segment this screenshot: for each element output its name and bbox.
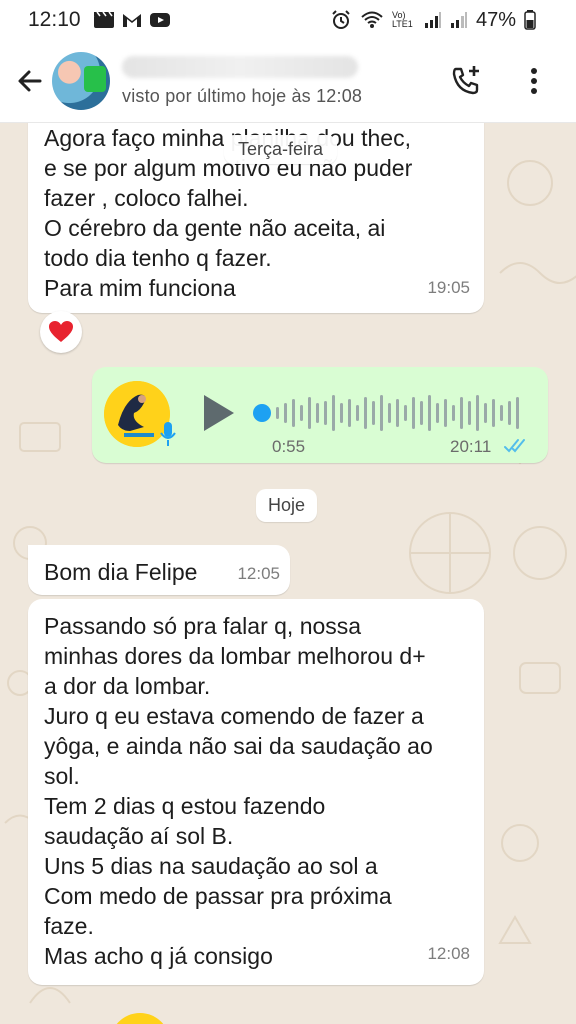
add-call-button[interactable] <box>446 61 486 101</box>
floating-date-label: Terça-feira <box>224 135 338 164</box>
status-time: 12:10 <box>28 8 81 31</box>
lte-label: Vo) LTE1 <box>391 10 413 29</box>
status-right: Vo) LTE1 47% <box>330 9 536 32</box>
youtube-icon <box>149 11 171 29</box>
outgoing-voice-message[interactable]: 0:55 20:11 <box>92 367 548 463</box>
signal-icon-1 <box>424 11 442 29</box>
battery-percent: 47% <box>475 8 516 31</box>
last-seen-status: visto por último hoje às 12:08 <box>122 85 363 106</box>
read-receipt-icon <box>504 437 530 460</box>
phone-plus-icon <box>452 66 479 95</box>
more-vertical-icon <box>531 68 537 94</box>
message-time: 12:05 <box>237 564 280 583</box>
play-button[interactable] <box>202 393 236 438</box>
play-icon <box>204 395 234 431</box>
heart-icon <box>49 321 73 342</box>
header-actions <box>446 61 554 101</box>
alarm-icon <box>330 9 352 31</box>
more-options-button[interactable] <box>514 61 554 101</box>
playback-scrubber <box>253 404 271 422</box>
contact-avatar[interactable] <box>52 52 110 110</box>
clapper-icon <box>93 11 115 29</box>
microphone-icon <box>160 421 176 452</box>
wifi-icon <box>360 10 384 30</box>
message-time: 12:08 <box>427 944 470 963</box>
contact-info[interactable]: visto por último hoje às 12:08 <box>122 55 363 107</box>
gmail-icon <box>121 11 143 29</box>
signal-icon-2 <box>450 11 468 29</box>
incoming-message[interactable]: Passando só pra falar q, nossa minhas do… <box>28 599 484 985</box>
battery-icon <box>524 10 536 30</box>
voice-duration: 0:55 <box>272 437 306 456</box>
incoming-message[interactable]: Bom dia Felipe 12:05 <box>28 545 290 595</box>
reaction-badge[interactable]: ❤️ <box>40 311 82 353</box>
message-time: 19:05 <box>427 278 470 297</box>
message-text: Passando só pra falar q, nossa minhas do… <box>44 613 433 969</box>
arrow-left-icon <box>18 70 42 92</box>
status-bar: 12:10 Vo) LTE1 47% <box>0 0 576 40</box>
message-time: 20:11 <box>450 437 492 456</box>
voice-waveform[interactable] <box>252 391 532 435</box>
contact-name-redacted <box>122 55 358 78</box>
date-separator: Hoje <box>256 489 318 522</box>
back-button[interactable] <box>8 59 52 103</box>
notification-icons <box>93 11 171 29</box>
chat-area[interactable]: Agora faço minha planilha dou thec, e se… <box>0 123 576 1024</box>
message-text: Bom dia Felipe <box>44 559 198 585</box>
chat-header: visto por último hoje às 12:08 <box>0 40 576 123</box>
